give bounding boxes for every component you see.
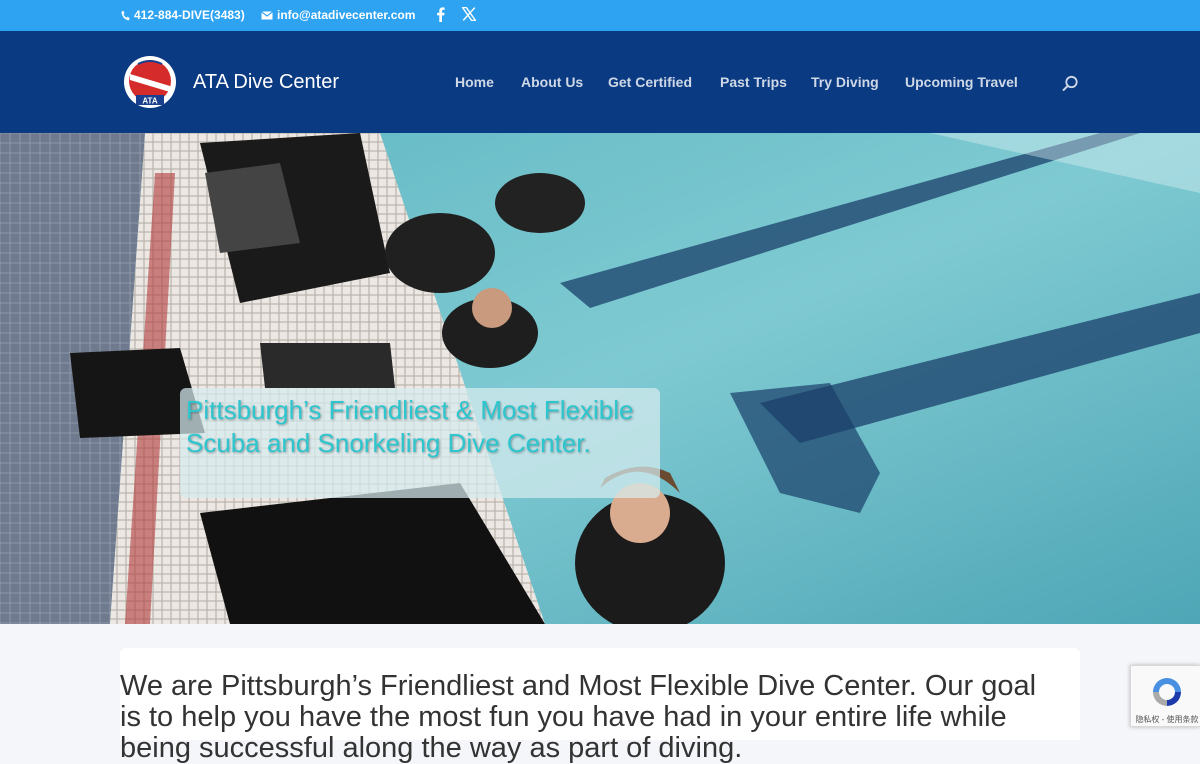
facebook-link[interactable] [436,7,445,22]
search-icon[interactable] [1061,75,1079,93]
nav-home[interactable]: Home [455,74,494,90]
email-address: info@atadivecenter.com [277,8,416,22]
nav-upcoming-travel[interactable]: Upcoming Travel [905,74,1018,90]
nav-try-diving[interactable]: Try Diving [811,74,879,90]
recaptcha-terms[interactable]: 隐私权 - 使用条款 [1133,714,1200,725]
x-icon [462,7,476,21]
recaptcha-icon [1149,674,1185,715]
hero-caption: Pittsburgh’s Friendliest & Most Flexible… [180,388,660,498]
x-link[interactable] [462,7,476,21]
recaptcha-badge[interactable]: 隐私权 - 使用条款 [1130,665,1200,727]
top-bar: 412-884-DIVE(3483) info@atadivecenter.co… [0,0,1200,31]
svg-text:ATA: ATA [142,97,157,106]
phone-number: 412-884-DIVE(3483) [134,8,245,22]
facebook-icon [436,7,445,22]
intro-text: We are Pittsburgh’s Friendliest and Most… [120,670,1037,764]
hero-headline: Pittsburgh’s Friendliest & Most Flexible… [186,395,634,458]
nav-about-us[interactable]: About Us [521,74,583,90]
phone-link[interactable]: 412-884-DIVE(3483) [121,8,245,22]
email-link[interactable]: info@atadivecenter.com [261,8,415,22]
main-nav: Home About Us Get Certified Past Trips T… [0,74,1200,94]
nav-past-trips[interactable]: Past Trips [720,74,787,90]
pool-photo [0,133,1200,624]
phone-icon [121,10,130,21]
hero-banner: Pittsburgh’s Friendliest & Most Flexible… [0,133,1200,624]
envelope-icon [261,10,273,20]
nav-get-certified[interactable]: Get Certified [608,74,692,90]
site-header: ATA ATA Dive Center Home About Us Get Ce… [0,31,1200,133]
